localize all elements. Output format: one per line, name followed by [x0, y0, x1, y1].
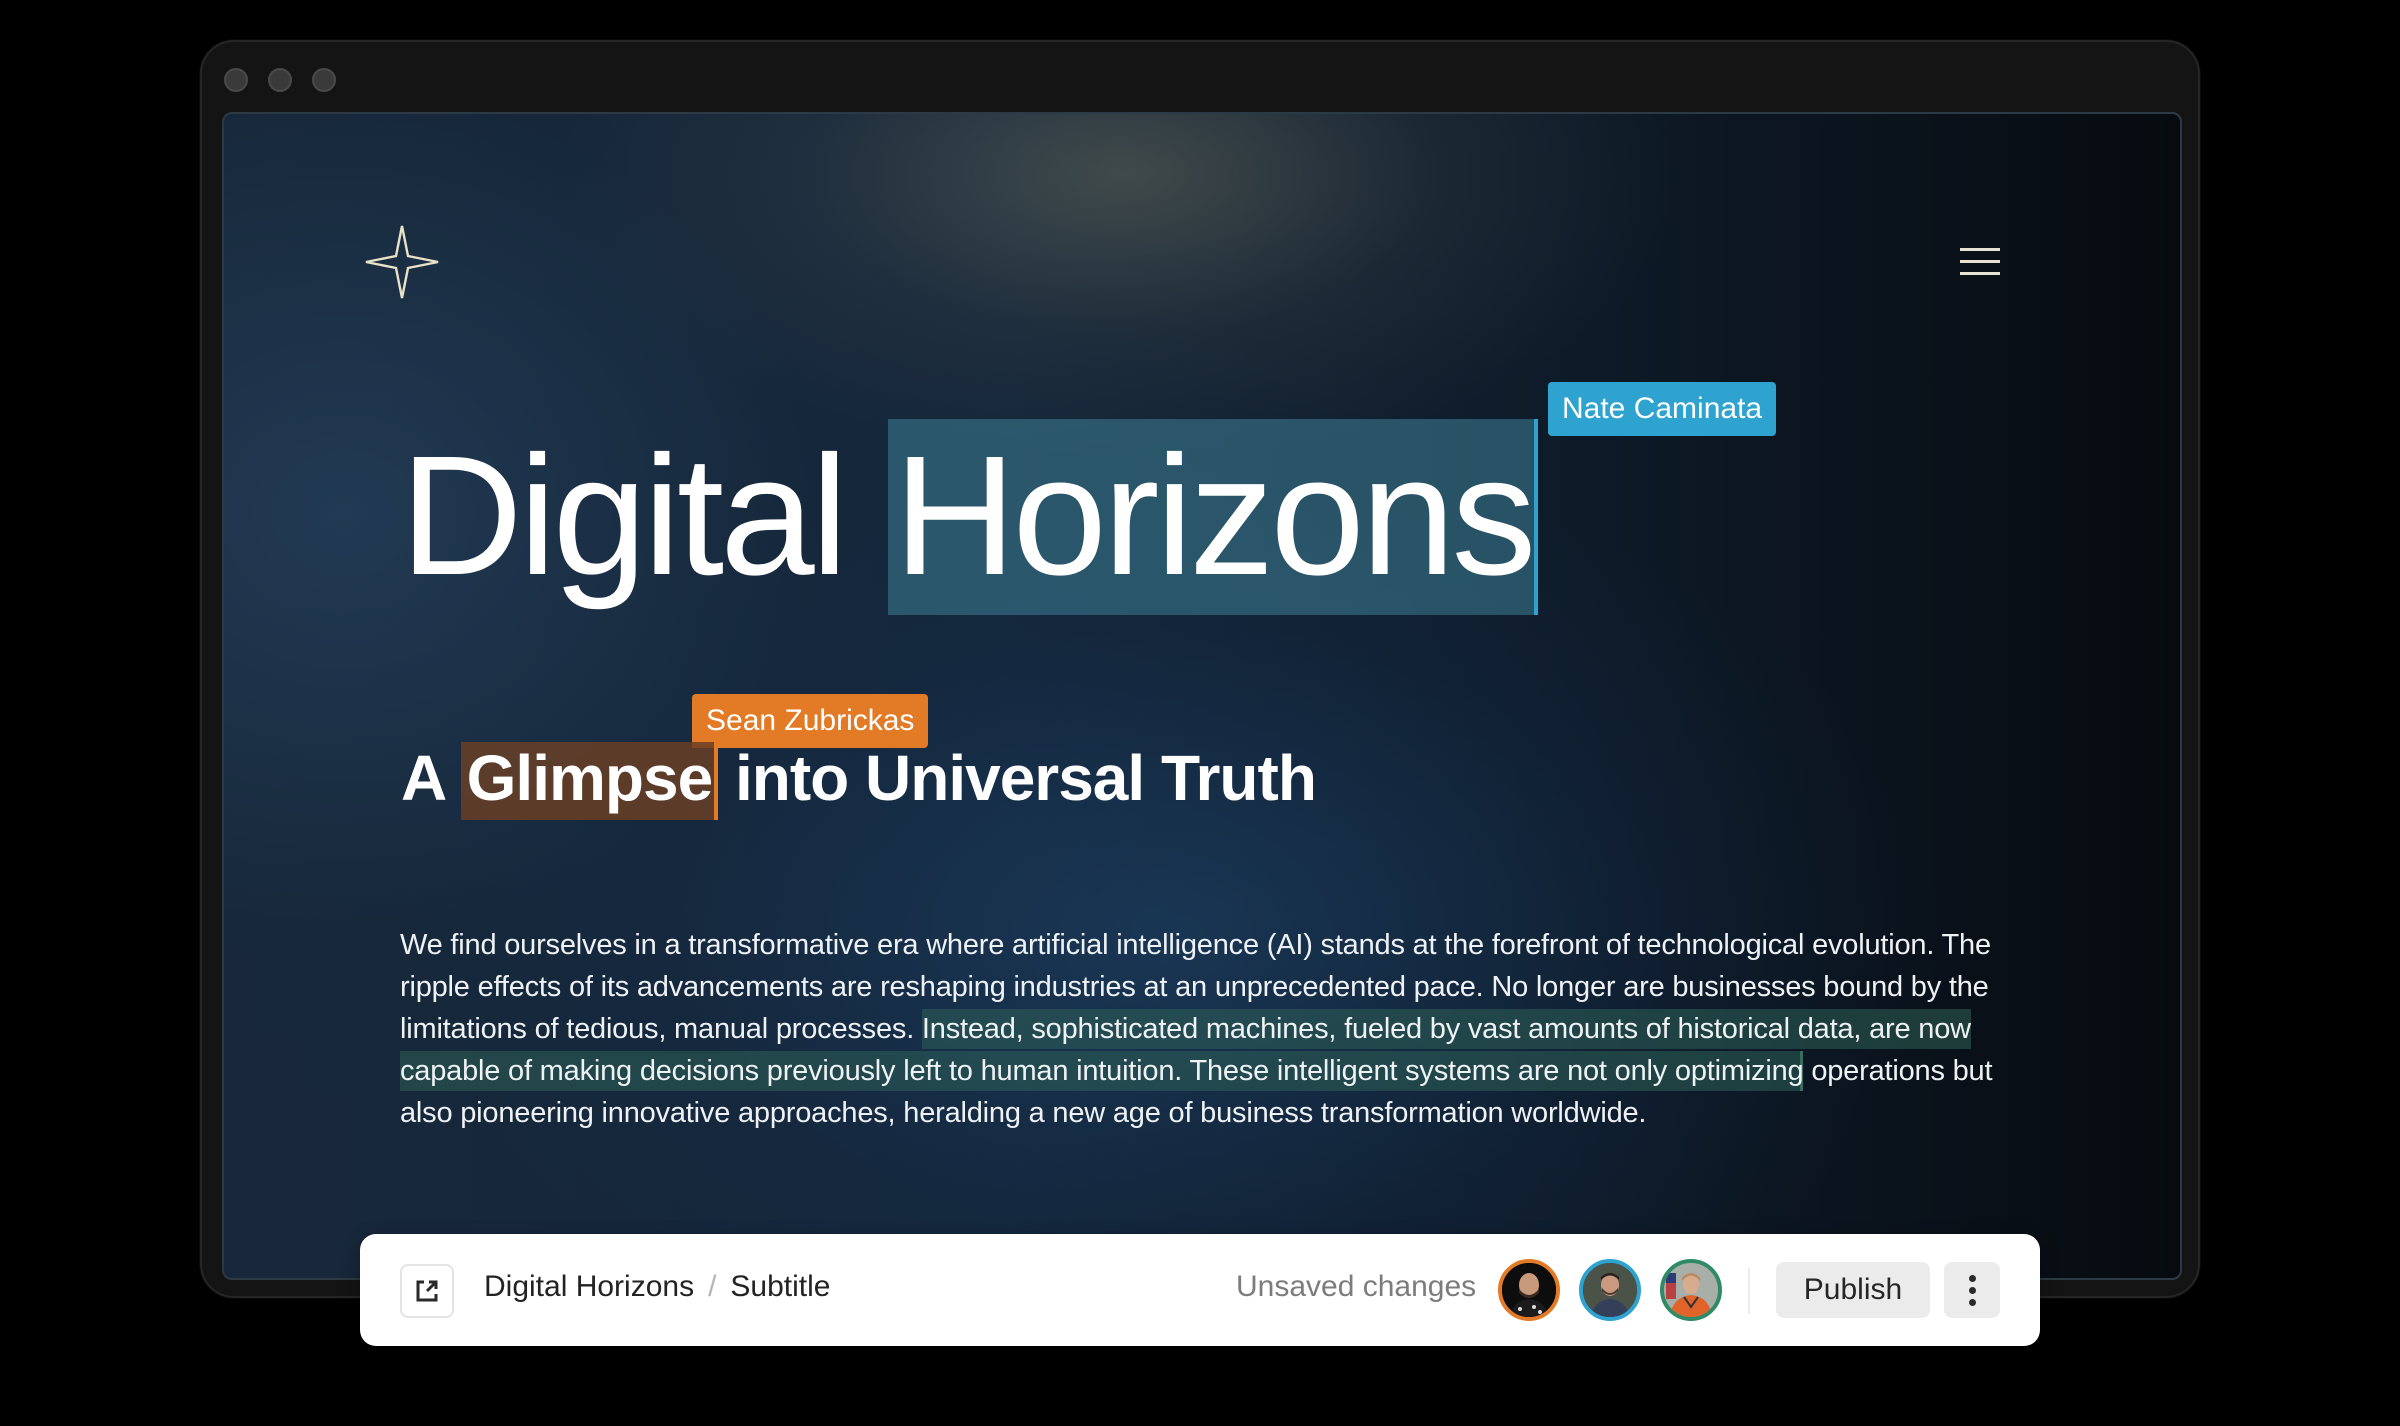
subtitle-prefix: A — [401, 742, 461, 814]
user-photo-icon — [1583, 1263, 1637, 1317]
avatar[interactable] — [1660, 1259, 1722, 1321]
user-photo-icon — [1502, 1263, 1556, 1317]
collaborator-cursor-label: Sean Zubrickas — [692, 694, 929, 748]
toolbar-divider — [1748, 1268, 1750, 1314]
open-external-button[interactable] — [400, 1264, 454, 1318]
avatar[interactable] — [1498, 1259, 1560, 1321]
publish-button[interactable]: Publish — [1776, 1262, 1930, 1318]
four-point-star-icon[interactable] — [362, 222, 442, 302]
collaborator-cursor-label: Nate Caminata — [1548, 382, 1777, 436]
page-title[interactable]: Digital Horizons — [400, 419, 1539, 615]
body-paragraph[interactable]: We find ourselves in a transformative er… — [400, 924, 2020, 1134]
breadcrumb: Digital Horizons / Subtitle — [484, 1270, 831, 1304]
subtitle-suffix: into Universal Truth — [718, 742, 1317, 814]
breadcrumb-item-current[interactable]: Subtitle — [730, 1270, 830, 1303]
minimize-window-button[interactable] — [268, 68, 292, 92]
user-photo-icon — [1664, 1263, 1718, 1317]
external-link-icon — [416, 1280, 438, 1302]
save-status: Unsaved changes — [1236, 1270, 1477, 1303]
hamburger-menu-icon[interactable] — [1960, 248, 2002, 280]
breadcrumb-separator: / — [708, 1270, 717, 1303]
maximize-window-button[interactable] — [312, 68, 336, 92]
editor-toolbar: Digital Horizons / Subtitle Unsaved change… — [360, 1234, 2040, 1346]
more-options-button[interactable] — [1944, 1262, 2000, 1318]
avatar[interactable] — [1579, 1259, 1641, 1321]
window-controls — [224, 68, 336, 92]
more-vertical-icon — [1968, 1274, 1976, 1306]
browser-window: Nate Caminata Digital Horizons Sean Zubr… — [200, 40, 2200, 1298]
page-viewport: Nate Caminata Digital Horizons Sean Zubr… — [222, 112, 2182, 1280]
close-window-button[interactable] — [224, 68, 248, 92]
breadcrumb-item-page[interactable]: Digital Horizons — [484, 1270, 694, 1303]
title-plain: Digital — [400, 421, 888, 611]
page-subtitle[interactable]: A Glimpse into Universal Truth — [401, 742, 1317, 820]
subtitle-selection-highlight[interactable]: Glimpse — [460, 742, 719, 820]
title-selection-highlight[interactable]: Horizons — [887, 419, 1539, 615]
